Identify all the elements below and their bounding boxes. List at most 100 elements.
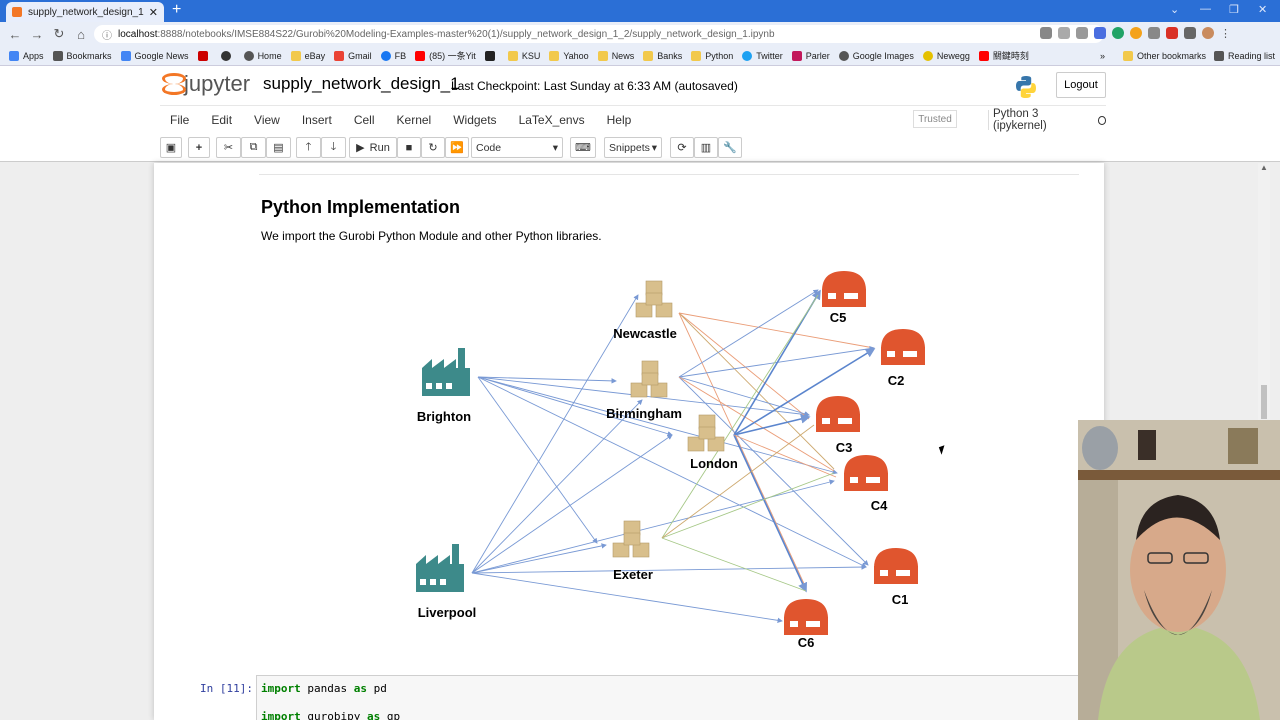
menu-cell[interactable]: Cell — [354, 113, 375, 127]
scroll-up-icon[interactable]: ▲ — [1260, 163, 1268, 172]
label-brighton: Brighton — [417, 409, 471, 424]
new-tab-icon[interactable]: + — [172, 1, 181, 19]
paste-icon[interactable]: ▤ — [266, 137, 291, 158]
notebook-name[interactable]: supply_network_design_1 — [263, 74, 460, 94]
customer-c6 — [784, 599, 828, 635]
url-input[interactable]: ⓘ localhost:8888/notebooks/IMSE884S22/Gu… — [94, 25, 1104, 43]
bookmark-item[interactable]: KSU — [507, 50, 540, 61]
bookmark-item[interactable]: Bookmarks — [52, 50, 112, 61]
notebook-container: Python Implementation We import the Guro… — [154, 163, 1104, 720]
jupyter-favicon-icon — [12, 7, 22, 17]
bookmark-item[interactable]: FB — [380, 50, 406, 61]
more-bookmarks-icon[interactable]: » — [1100, 51, 1105, 61]
stop-icon[interactable]: ■ — [397, 137, 421, 158]
close-window-icon[interactable]: ✕ — [1258, 3, 1267, 16]
menu-insert[interactable]: Insert — [302, 113, 332, 127]
cell-prompt: In [11]: — [200, 682, 253, 695]
insert-cell-icon[interactable]: + — [188, 137, 210, 158]
reading-list-icon — [1214, 51, 1224, 61]
menu-latex-envs[interactable]: LaTeX_envs — [519, 113, 585, 127]
move-up-icon[interactable]: 🡑 — [296, 137, 321, 158]
star-icon[interactable] — [1076, 27, 1088, 39]
kernel-idle-icon — [1097, 115, 1106, 125]
bookmark-item[interactable]: Yahoo — [549, 50, 589, 61]
menu-edit[interactable]: Edit — [211, 113, 232, 127]
reload-icon[interactable]: ↻ — [48, 26, 70, 42]
logout-button[interactable]: Logout — [1056, 72, 1106, 98]
extension-icon[interactable] — [1094, 27, 1106, 39]
forward-icon[interactable]: → — [26, 27, 48, 42]
customer-c2 — [881, 329, 925, 365]
bookmark-item[interactable]: Google Images — [838, 50, 914, 61]
extension-icon[interactable] — [1148, 27, 1160, 39]
minimize-icon[interactable]: — — [1200, 3, 1211, 15]
bookmark-item[interactable] — [220, 50, 235, 61]
menu-file[interactable]: File — [170, 113, 189, 127]
bookmark-item[interactable] — [197, 50, 212, 61]
book-icon[interactable]: ▥ — [694, 137, 718, 158]
bookmark-item[interactable]: Apps — [9, 50, 44, 61]
bookmark-item[interactable]: 關鍵時刻 — [978, 49, 1029, 62]
home-icon[interactable]: ⌂ — [70, 27, 92, 42]
folder-icon — [597, 50, 608, 61]
bookmark-item[interactable]: (85) 一条Yit — [415, 49, 476, 62]
move-down-icon[interactable]: 🡓 — [321, 137, 346, 158]
folder-icon — [290, 50, 301, 61]
restart-icon[interactable]: ↻ — [421, 137, 445, 158]
bookmark-item[interactable]: Newegg — [922, 50, 970, 61]
menu-view[interactable]: View — [254, 113, 280, 127]
browser-tab[interactable]: supply_network_design_1 - Jupyt ✕ — [6, 2, 164, 22]
fast-forward-icon[interactable]: ⏩ — [445, 137, 469, 158]
cell-type-select[interactable]: Code ▾ — [471, 137, 563, 158]
pdf-icon[interactable] — [1166, 27, 1178, 39]
keyboard-icon[interactable]: ⌨ — [570, 137, 596, 158]
avatar[interactable] — [1202, 27, 1214, 39]
grammarly-icon[interactable] — [1112, 27, 1124, 39]
bookmark-item[interactable]: eBay — [290, 50, 325, 61]
refresh-icon[interactable]: ⟳ — [670, 137, 694, 158]
reading-list[interactable]: Reading list — [1214, 51, 1275, 61]
parler-icon — [791, 50, 802, 61]
bookmark-item[interactable]: Gmail — [334, 50, 372, 61]
chevron-down-icon[interactable]: ⌄ — [1170, 3, 1179, 16]
menu-widgets[interactable]: Widgets — [453, 113, 496, 127]
run-button[interactable]: ▶ Run — [349, 137, 397, 158]
snippets-select[interactable]: Snippets ▾ — [604, 137, 662, 158]
code-cell[interactable]: import pandas as pd import gurobipy as g… — [256, 675, 1104, 720]
bookmark-item[interactable]: Home — [243, 50, 282, 61]
maximize-icon[interactable]: ❐ — [1229, 3, 1239, 16]
cut-icon[interactable]: ✂ — [216, 137, 241, 158]
back-icon[interactable]: ← — [4, 27, 26, 42]
share-icon[interactable] — [1058, 27, 1070, 39]
jupyter-logo-icon — [162, 73, 186, 95]
copy-icon[interactable]: ⧉ — [241, 137, 266, 158]
bookmark-item[interactable]: Google News — [120, 50, 189, 61]
close-tab-icon[interactable]: ✕ — [149, 6, 158, 19]
label-birmingham: Birmingham — [606, 406, 682, 421]
browser-tab-bar: supply_network_design_1 - Jupyt ✕ + ⌄ — … — [0, 0, 1280, 22]
menu-icon[interactable]: ⋮ — [1220, 27, 1231, 40]
bookmark-item[interactable]: Parler — [791, 50, 830, 61]
trusted-badge[interactable]: Trusted — [913, 110, 957, 128]
code-line: import gurobipy as gp — [261, 710, 401, 720]
puzzle-icon[interactable] — [1184, 27, 1196, 39]
menu-help[interactable]: Help — [607, 113, 632, 127]
label-newcastle: Newcastle — [613, 326, 677, 341]
bookmark-item[interactable]: Twitter — [742, 50, 783, 61]
customer-c3 — [816, 396, 860, 432]
save-icon[interactable]: ▣ — [160, 137, 182, 158]
extension-icon[interactable] — [1130, 27, 1142, 39]
other-bookmarks[interactable]: Other bookmarks — [1123, 51, 1206, 61]
bookmark-item[interactable]: Python — [691, 50, 733, 61]
scrollbar-thumb[interactable] — [1261, 385, 1267, 419]
label-c3: C3 — [836, 440, 853, 455]
zoom-icon[interactable] — [1040, 27, 1052, 39]
bookmark-item[interactable] — [484, 50, 499, 61]
tab-title: supply_network_design_1 - Jupyt — [28, 6, 145, 18]
bookmark-item[interactable]: News — [597, 50, 634, 61]
menu-kernel[interactable]: Kernel — [397, 113, 432, 127]
kernel-indicator[interactable]: Python 3 (ipykernel) — [988, 108, 1106, 132]
bookmark-item[interactable]: Banks — [643, 50, 682, 61]
wrench-icon[interactable]: 🔧 — [718, 137, 742, 158]
jupyter-logo[interactable]: jupyter — [162, 71, 250, 97]
